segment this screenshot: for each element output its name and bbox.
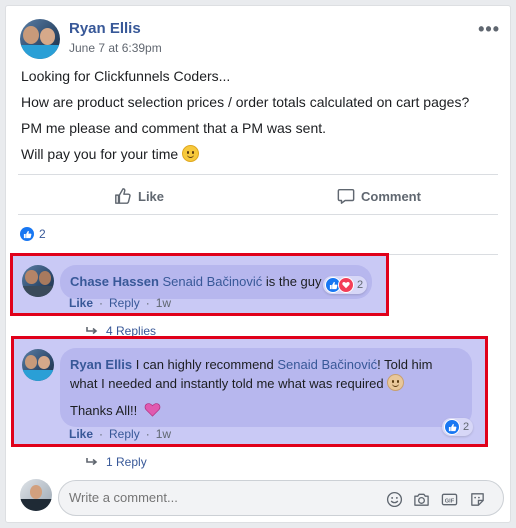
mention-link[interactable]: Senaid Bačinović — [163, 274, 263, 289]
view-replies-link[interactable]: 1 Reply — [86, 455, 147, 469]
emoji-icon[interactable] — [385, 490, 403, 508]
camera-icon[interactable] — [412, 490, 430, 508]
comment-label: Comment — [361, 188, 421, 204]
divider — [18, 174, 498, 175]
divider — [18, 214, 498, 215]
post-reactions[interactable]: 2 — [20, 227, 46, 241]
comment-age[interactable]: 1w — [156, 427, 171, 441]
comment-like-link[interactable]: Like — [69, 296, 93, 310]
mention-link[interactable]: Senaid Bačinović — [277, 357, 377, 372]
comment-author[interactable]: Ryan Ellis — [70, 357, 132, 372]
svg-text:GIF: GIF — [444, 498, 454, 504]
comment-bubble: Ryan Ellis I can highly recommend Senaid… — [60, 348, 472, 427]
post-line: How are product selection prices / order… — [21, 94, 470, 110]
post-line: Will pay you for your time — [21, 145, 501, 163]
comment-button[interactable]: Comment — [337, 184, 421, 208]
comment-like-link[interactable]: Like — [69, 427, 93, 441]
smile-emoji-icon — [182, 145, 200, 162]
comment-text: I can highly recommend — [132, 357, 278, 372]
comment-meta: Like · Reply · 1w — [69, 296, 172, 310]
like-reaction-icon — [20, 227, 34, 241]
pink-heart-icon — [144, 403, 161, 417]
comment-reaction-count: 2 — [357, 279, 364, 291]
gif-icon[interactable]: GIF — [440, 490, 458, 508]
comment-reactions[interactable]: 2 — [442, 418, 474, 436]
current-user-avatar[interactable] — [20, 479, 52, 511]
comment-reply-link[interactable]: Reply — [109, 427, 140, 441]
love-reaction-icon — [338, 277, 354, 293]
thumbs-up-icon — [115, 188, 131, 204]
comment-reaction-count: 2 — [463, 421, 470, 433]
smile-emoji-icon — [387, 374, 405, 391]
author-avatar[interactable] — [20, 19, 60, 59]
post-line: PM me please and comment that a PM was s… — [21, 120, 327, 136]
comment-reactions[interactable]: 2 — [323, 276, 368, 294]
like-button[interactable]: Like — [114, 184, 164, 208]
comment-composer[interactable]: GIF — [58, 480, 504, 516]
post-reaction-count: 2 — [39, 227, 46, 241]
comment-meta: Like · Reply · 1w — [69, 427, 172, 441]
comment-icon — [337, 188, 355, 204]
reply-arrow-icon — [86, 458, 98, 466]
like-reaction-icon — [444, 419, 460, 435]
post-timestamp[interactable]: June 7 at 6:39pm — [69, 41, 162, 55]
more-options-icon[interactable]: ••• — [478, 19, 500, 40]
post-line: Looking for Clickfunnels Coders... — [21, 68, 231, 84]
reply-arrow-icon — [86, 327, 98, 335]
comment-text: is the guy — [262, 274, 322, 289]
post-card: Ryan Ellis June 7 at 6:39pm ••• Looking … — [5, 5, 511, 523]
comment-author[interactable]: Chase Hassen — [70, 274, 159, 289]
commenter-avatar[interactable] — [22, 265, 54, 297]
comment-input[interactable] — [69, 490, 369, 505]
commenter-avatar[interactable] — [22, 349, 54, 381]
post-author-name[interactable]: Ryan Ellis — [69, 20, 141, 37]
comment-reply-link[interactable]: Reply — [109, 296, 140, 310]
like-label: Like — [138, 188, 165, 204]
comment-age[interactable]: 1w — [156, 296, 171, 310]
replies-count: 1 Reply — [106, 455, 147, 469]
comment-thanks-text: Thanks All!! — [70, 403, 138, 418]
post-body: Looking for Clickfunnels Coders... How a… — [21, 67, 501, 171]
comment-thanks: Thanks All!! — [70, 402, 462, 420]
comment-body: Ryan Ellis I can highly recommend Senaid… — [70, 356, 462, 393]
sticker-icon[interactable] — [468, 490, 486, 508]
post-line-text: Will pay you for your time — [21, 146, 179, 162]
